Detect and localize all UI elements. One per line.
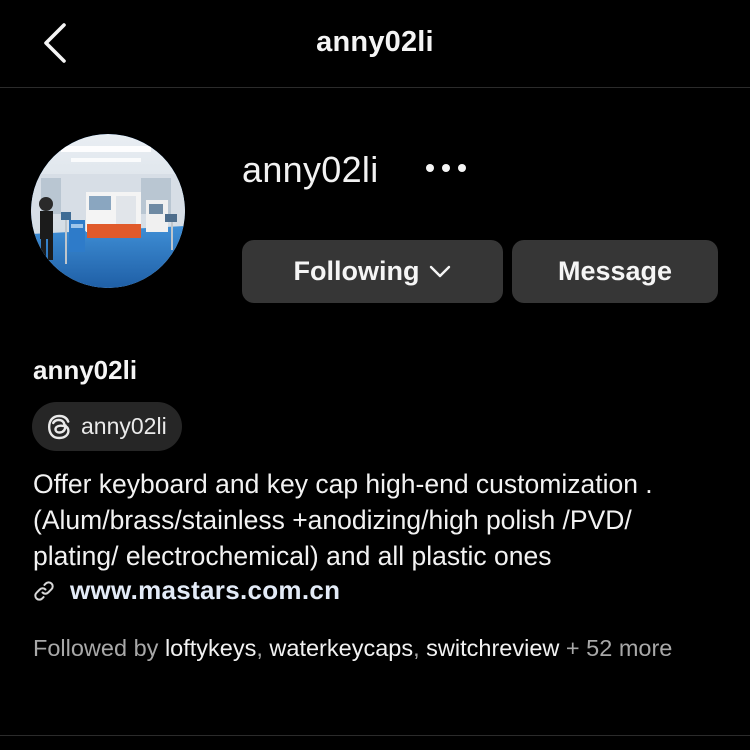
more-options-button[interactable]	[420, 148, 472, 188]
followed-by-separator: ,	[256, 635, 270, 661]
followed-by-text[interactable]: Followed by loftykeys, waterkeycaps, swi…	[33, 632, 723, 665]
bio-line: Offer keyboard and key cap high-end cust…	[33, 469, 653, 499]
profile-username: anny02li	[242, 149, 379, 190]
more-horizontal-icon	[426, 164, 466, 172]
threads-badge[interactable]: anny02li	[32, 402, 182, 451]
threads-icon	[44, 412, 74, 442]
bio-line: plating/ electrochemical) and all plasti…	[33, 541, 552, 571]
website-link-text: www.mastars.com.cn	[70, 575, 341, 605]
top-nav-bar: anny02li	[0, 0, 750, 88]
website-link[interactable]: www.mastars.com.cn	[33, 575, 340, 606]
followed-by-suffix: + 52 more	[559, 635, 673, 661]
header-title: anny02li	[316, 26, 434, 58]
follower-account[interactable]: waterkeycaps	[269, 635, 413, 661]
display-name: anny02li	[33, 355, 138, 385]
followed-by-prefix: Followed by	[33, 635, 165, 661]
bio-text: Offer keyboard and key cap high-end cust…	[33, 466, 733, 574]
threads-label: anny02li	[81, 413, 167, 439]
bio-line: (Alum/brass/stainless +anodizing/high po…	[33, 505, 632, 535]
chevron-down-icon	[429, 265, 451, 279]
follower-account[interactable]: loftykeys	[165, 635, 256, 661]
message-button[interactable]: Message	[512, 240, 718, 303]
following-button[interactable]: Following	[242, 240, 503, 303]
link-icon	[33, 580, 55, 602]
message-label: Message	[557, 256, 673, 286]
avatar[interactable]	[31, 134, 185, 288]
follower-account[interactable]: switchreview	[426, 635, 559, 661]
followed-by-separator: ,	[413, 635, 427, 661]
divider	[0, 735, 750, 736]
following-label: Following	[293, 256, 420, 286]
